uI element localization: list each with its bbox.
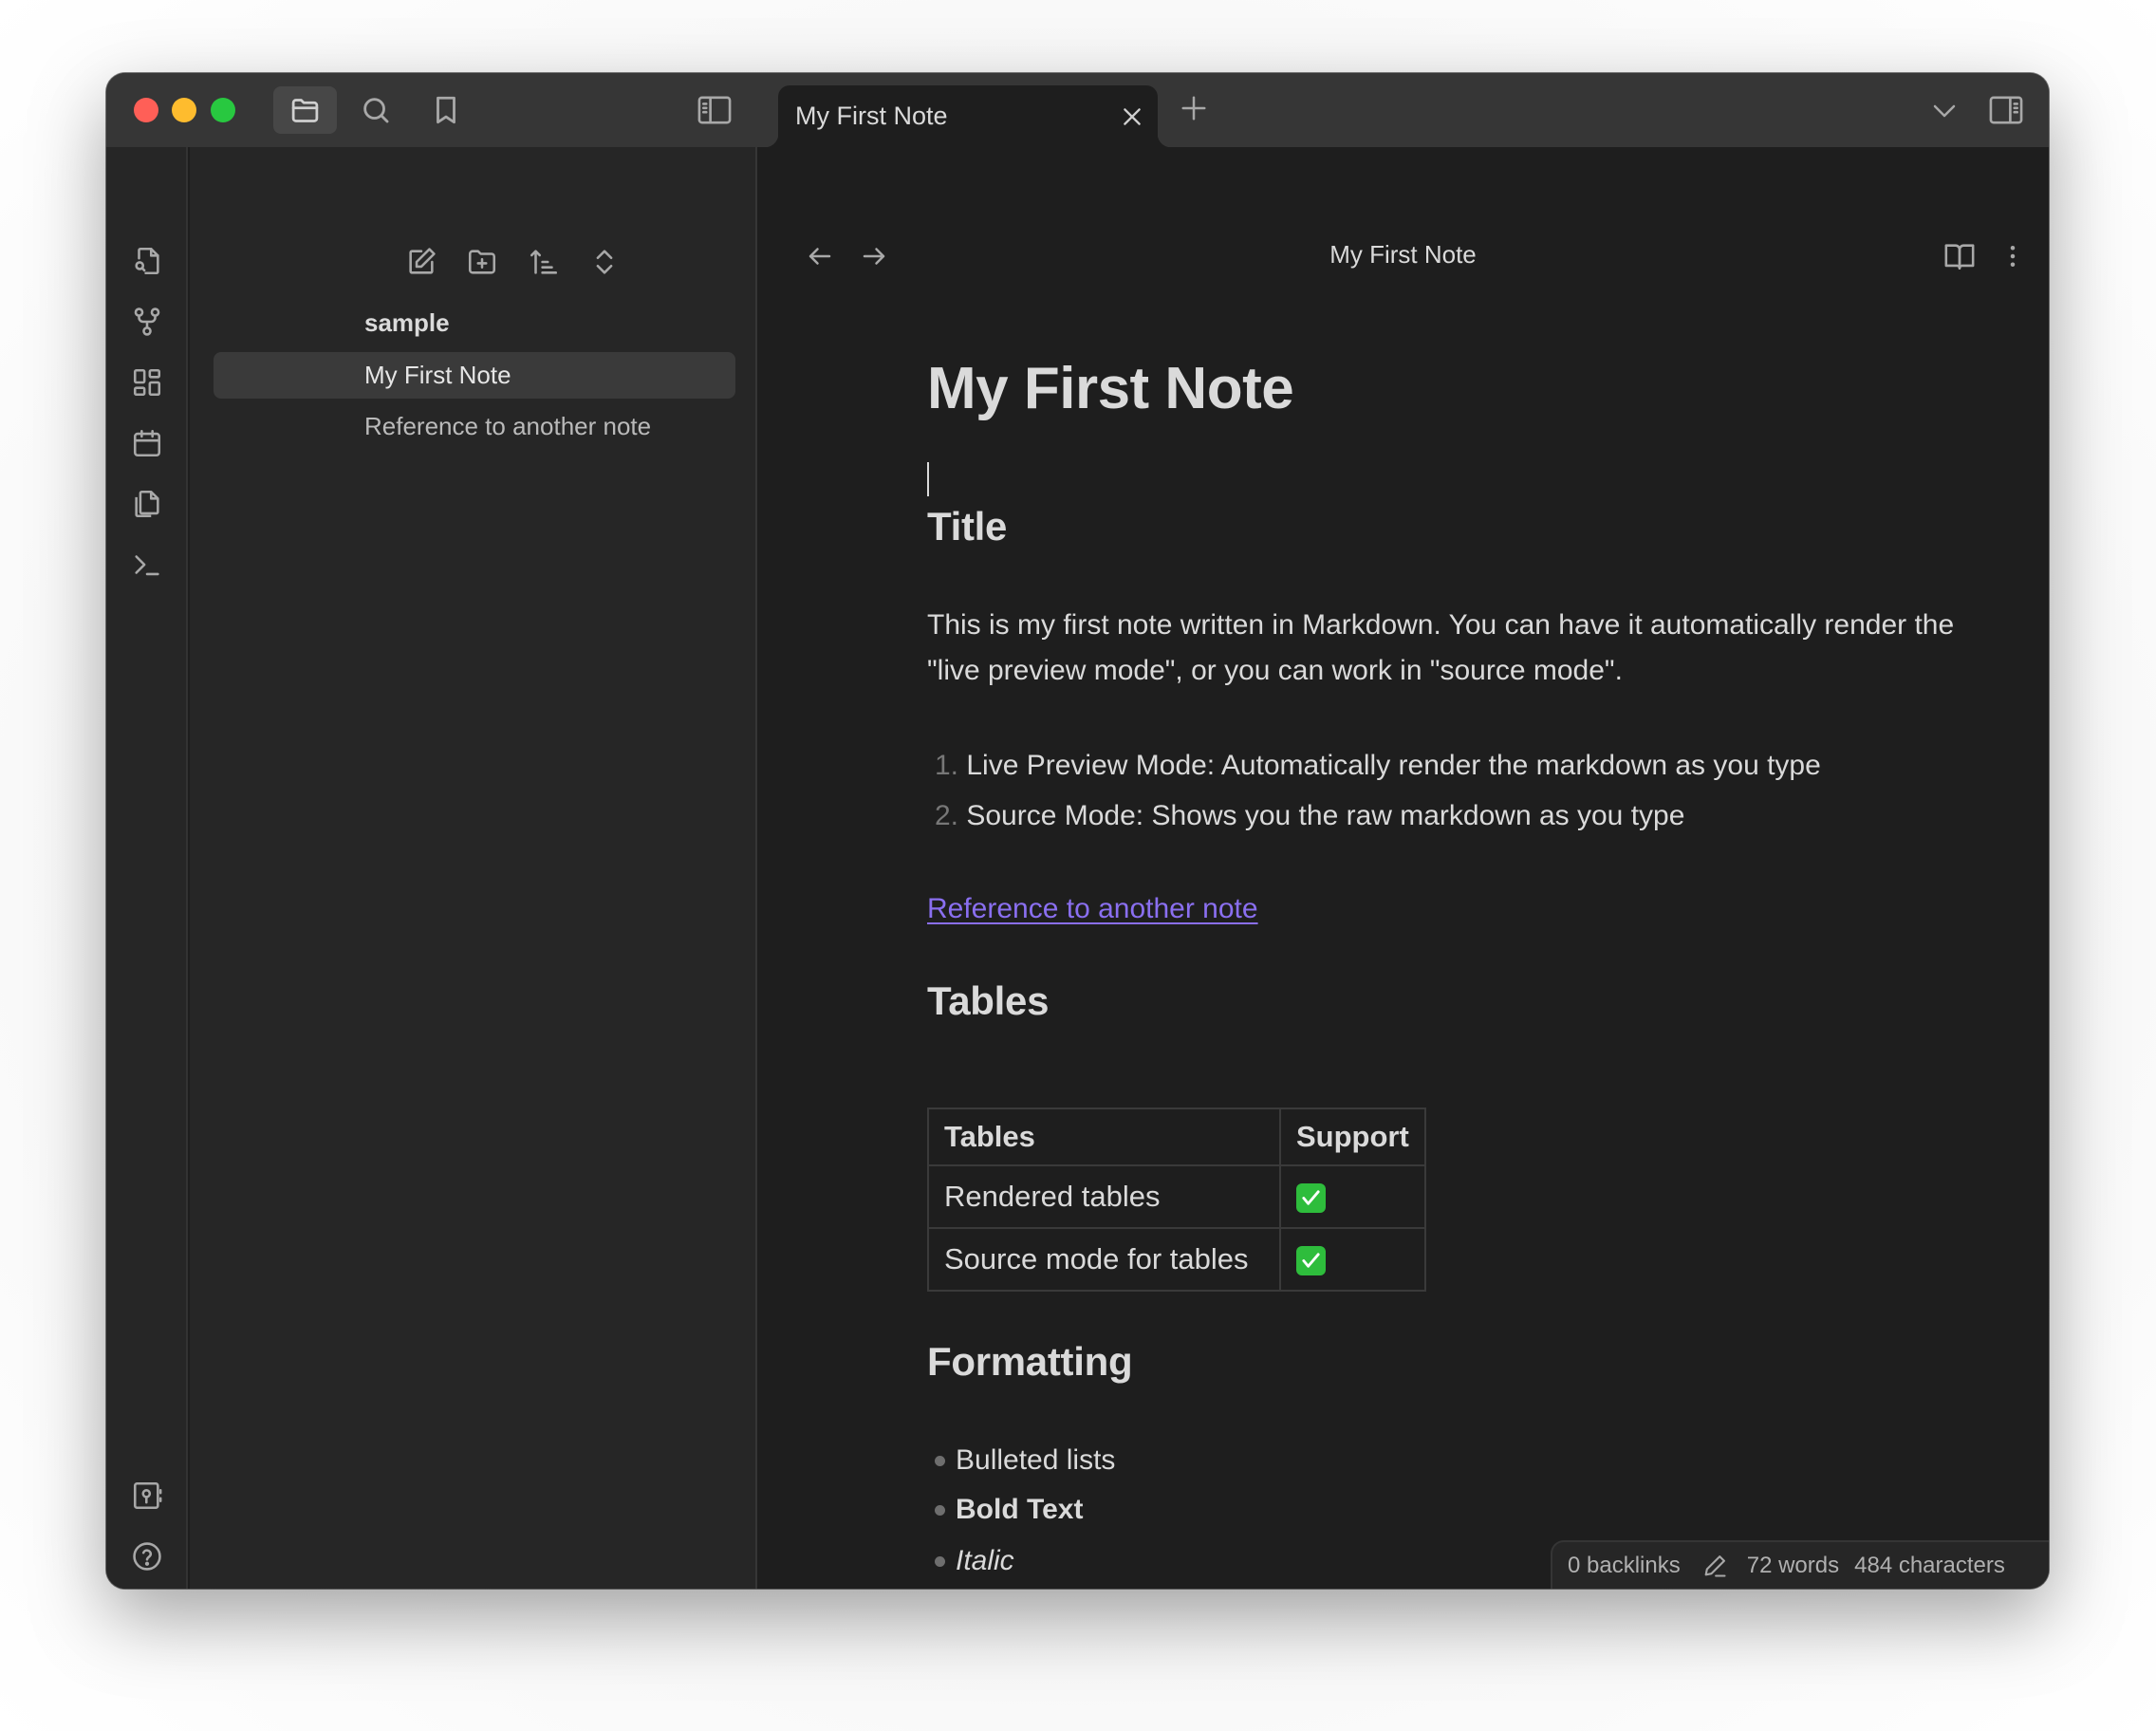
collapse-all-button[interactable] [588,246,621,278]
new-note-button[interactable] [405,246,437,278]
vault-icon [131,1480,163,1512]
list-number: 2. [935,800,967,831]
list-item-text: Source Mode: Shows you the raw markdown … [966,800,1685,831]
close-icon[interactable] [1120,104,1144,129]
bullet-item-italic: Italic [956,1545,1014,1576]
quick-switcher-button[interactable] [131,245,163,277]
ordered-list-item: 2. Source Mode: Shows you the raw markdo… [935,793,1684,839]
view-header-title[interactable]: My First Note [757,240,2049,270]
canvas-button[interactable] [131,366,163,399]
calendar-icon [131,427,163,459]
table-header-cell: Tables [927,1107,1281,1166]
status-bar: 0 backlinks 72 words 484 characters [1551,1540,2049,1589]
app-window: My First Note sample My First Note Refer… [106,73,2049,1589]
tab-label: My First Note [795,102,948,130]
file-explorer-panel: sample My First Note Reference to anothe… [190,147,757,1589]
bullet-item: Bulleted lists [956,1444,1116,1476]
heading-formatting: Formatting [927,1339,1133,1384]
table-header-cell: Support [1279,1107,1426,1166]
ribbon [106,147,188,1589]
title-bar: My First Note [106,73,2049,147]
table-row: Source mode for tables [927,1227,1426,1292]
open-vault-button[interactable] [131,1480,163,1512]
sort-button[interactable] [528,246,560,278]
table-row: Rendered tables [927,1164,1426,1229]
character-count: 484 characters [1854,1552,2005,1578]
folder-plus-icon [466,246,498,278]
check-mark-icon [1296,1246,1326,1276]
table-cell: Rendered tables [927,1164,1281,1229]
text-cursor [927,462,929,496]
sidebar-right-icon [1988,93,2024,127]
vault-name[interactable]: sample [364,308,450,338]
file-explorer-button[interactable] [273,86,337,134]
search-button[interactable] [360,94,392,126]
sidebar-left-icon [697,93,733,127]
more-vertical-icon [1998,240,2027,272]
folder-icon [289,95,321,126]
file-item-reference-to-another-note[interactable]: Reference to another note [214,403,735,450]
bullet-item-bold: Bold Text [956,1494,1084,1525]
files-icon [131,488,163,520]
command-palette-button[interactable] [131,549,163,581]
graph-view-button[interactable] [131,306,163,338]
close-window-button[interactable] [134,98,158,122]
minimize-window-button[interactable] [172,98,196,122]
table-cell: Source mode for tables [927,1227,1281,1292]
paragraph-line-1: This is my first note written in Markdow… [927,609,1955,641]
table-cell [1279,1227,1426,1292]
chevrons-up-down-icon [588,246,621,278]
file-item-label: Reference to another note [364,412,652,440]
list-number: 1. [935,750,967,781]
ordered-list-item: 1. Live Preview Mode: Automatically rend… [935,743,1821,789]
help-button[interactable] [131,1540,163,1573]
markdown-table[interactable]: Tables Support Rendered tables Source mo… [927,1107,1426,1292]
internal-link[interactable]: Reference to another note [927,893,1258,924]
toggle-left-sidebar-button[interactable] [697,93,733,127]
paragraph-line-2: "live preview mode", or you can work in … [927,655,1623,686]
backlinks-count[interactable]: 0 backlinks [1568,1553,1681,1579]
reading-view-button[interactable] [1943,240,1976,272]
word-count: 72 words [1746,1552,1840,1578]
bullet-icon [935,1556,945,1567]
templates-button[interactable] [131,488,163,520]
note-title-h1: My First Note [927,356,1294,421]
table-cell [1279,1164,1426,1229]
daily-note-button[interactable] [131,427,163,459]
tab-my-first-note[interactable]: My First Note [765,85,1171,147]
bookmarks-button[interactable] [430,94,462,126]
git-fork-icon [131,306,163,338]
tab-list-button[interactable] [1930,97,1959,125]
new-tab-button[interactable] [1180,94,1208,122]
bullet-icon [935,1505,945,1516]
heading-tables: Tables [927,978,1050,1023]
heading-title: Title [927,504,1008,549]
file-item-label: My First Note [364,361,511,389]
list-item-text: Live Preview Mode: Automatically render … [966,750,1821,781]
editor-pane: My First Note My First Note Title This i… [757,147,2049,1589]
maximize-window-button[interactable] [211,98,235,122]
check-mark-icon [1296,1183,1326,1214]
chevron-down-icon [1930,97,1959,125]
new-folder-button[interactable] [466,246,498,278]
terminal-icon [131,549,163,581]
file-search-icon [131,245,163,277]
help-circle-icon [131,1540,163,1573]
bullet-icon [935,1456,945,1466]
more-options-button[interactable] [1998,240,2027,272]
toggle-right-sidebar-button[interactable] [1988,93,2024,127]
table-header-row: Tables Support [927,1107,1426,1166]
plus-icon [1180,94,1208,122]
layout-dashboard-icon [131,366,163,399]
book-open-icon [1943,240,1976,272]
bookmark-icon [430,94,462,126]
file-item-my-first-note[interactable]: My First Note [214,352,735,399]
internal-link-line: Reference to another note [927,886,1258,932]
sort-ascending-icon [528,246,560,278]
pencil-icon[interactable] [1701,1553,1728,1579]
search-icon [360,94,392,126]
edit-icon [405,246,437,278]
